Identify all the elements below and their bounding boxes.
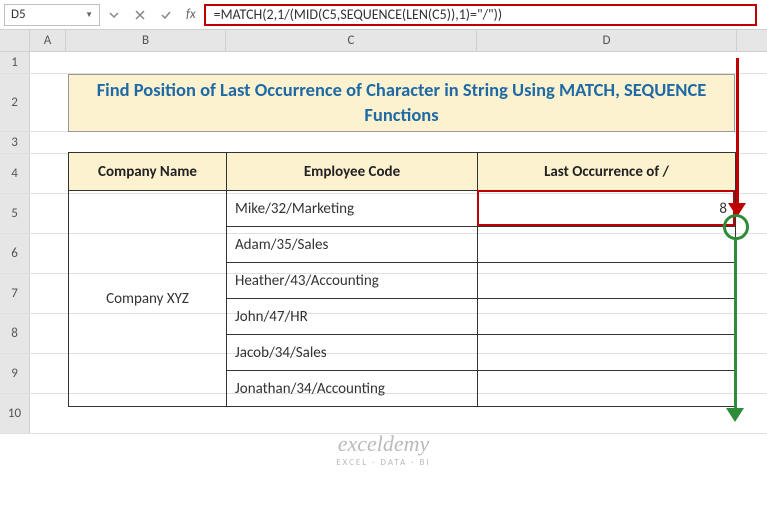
company-cell[interactable]: Company XYZ xyxy=(69,191,227,407)
header-last: Last Occurrence of / xyxy=(478,153,736,191)
name-box[interactable]: D5 ▼ xyxy=(4,4,100,26)
formula-bar[interactable]: =MATCH(2,1/(MID(C5,SEQUENCE(LEN(C5)),1)=… xyxy=(204,4,757,26)
name-box-value: D5 xyxy=(11,7,26,22)
chevron-down-icon[interactable]: ▼ xyxy=(85,10,93,20)
confirm-icon[interactable] xyxy=(154,4,178,26)
cell[interactable]: Jacob/34/Sales xyxy=(227,335,478,371)
col-header[interactable]: C xyxy=(226,30,477,51)
row-header[interactable]: 4 xyxy=(0,154,30,193)
cell[interactable] xyxy=(478,371,736,407)
row-header[interactable]: 7 xyxy=(0,274,30,313)
row-header[interactable]: 2 xyxy=(0,74,30,131)
cell[interactable] xyxy=(478,335,736,371)
cell[interactable] xyxy=(478,227,736,263)
row-header[interactable]: 10 xyxy=(0,394,30,433)
watermark: exceldemy EXCEL · DATA · BI xyxy=(336,431,430,468)
cell[interactable]: John/47/HR xyxy=(227,299,478,335)
arrow-green-head-icon xyxy=(726,408,744,422)
title-banner: Find Position of Last Occurrence of Char… xyxy=(68,74,735,132)
col-header[interactable]: A xyxy=(30,30,66,51)
row-header[interactable]: 5 xyxy=(0,194,30,233)
cell[interactable]: Heather/43/Accounting xyxy=(227,263,478,299)
cell[interactable] xyxy=(478,263,736,299)
cancel-icon[interactable] xyxy=(128,4,152,26)
col-header[interactable]: D xyxy=(477,30,737,51)
formula-text: =MATCH(2,1/(MID(C5,SEQUENCE(LEN(C5)),1)=… xyxy=(214,6,503,23)
dropdown-icon[interactable] xyxy=(102,4,126,26)
watermark-sub: EXCEL · DATA · BI xyxy=(336,457,430,468)
row-header[interactable]: 9 xyxy=(0,354,30,393)
header-company: Company Name xyxy=(69,153,227,191)
fx-icon[interactable]: fx xyxy=(180,7,202,22)
cell[interactable] xyxy=(478,299,736,335)
row-header[interactable]: 1 xyxy=(0,52,30,73)
data-table: Company Name Employee Code Last Occurren… xyxy=(68,152,736,407)
cell[interactable]: Jonathan/34/Accounting xyxy=(227,371,478,407)
header-employee: Employee Code xyxy=(227,153,478,191)
row-header[interactable]: 8 xyxy=(0,314,30,353)
row-header[interactable]: 6 xyxy=(0,234,30,273)
cell[interactable]: Mike/32/Marketing xyxy=(227,191,478,227)
select-all-corner[interactable] xyxy=(0,30,30,51)
col-header[interactable]: B xyxy=(66,30,226,51)
watermark-brand: exceldemy xyxy=(336,431,430,457)
cell[interactable]: Adam/35/Sales xyxy=(227,227,478,263)
row-header[interactable]: 3 xyxy=(0,132,30,153)
cell-d5[interactable]: 8 xyxy=(478,191,736,227)
